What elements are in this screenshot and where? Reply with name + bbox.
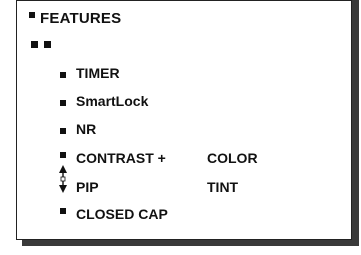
menu-item-contrast-plus[interactable]: CONTRAST +	[76, 150, 166, 166]
menu-frame: FEATURES TIMER SmartLock NR CONTRAST + C…	[0, 0, 361, 255]
menu-title-label: FEATURES	[40, 10, 122, 27]
menu-title: FEATURES	[29, 10, 122, 27]
menu-item-pip[interactable]: PIP	[76, 179, 99, 195]
menu-item-color[interactable]: COLOR	[207, 150, 258, 166]
panel-shadow-bottom	[22, 240, 359, 246]
square-bullet-icon	[29, 12, 35, 18]
square-bullet-icon	[60, 100, 66, 106]
square-bullet-icon	[60, 72, 66, 78]
features-menu-panel	[16, 0, 352, 240]
menu-item-nr[interactable]: NR	[76, 121, 96, 137]
square-icon	[44, 41, 51, 48]
menu-item-tint[interactable]: TINT	[207, 179, 238, 195]
square-bullet-icon	[60, 152, 66, 158]
panel-shadow-right	[352, 0, 359, 246]
square-bullet-icon	[60, 128, 66, 134]
square-icon	[31, 41, 38, 48]
menu-item-closed-cap[interactable]: CLOSED CAP	[76, 206, 168, 222]
menu-item-timer[interactable]: TIMER	[76, 65, 120, 81]
up-down-arrow-icon	[59, 165, 67, 193]
menu-item-smartlock[interactable]: SmartLock	[76, 93, 148, 109]
square-bullet-icon	[60, 208, 66, 214]
